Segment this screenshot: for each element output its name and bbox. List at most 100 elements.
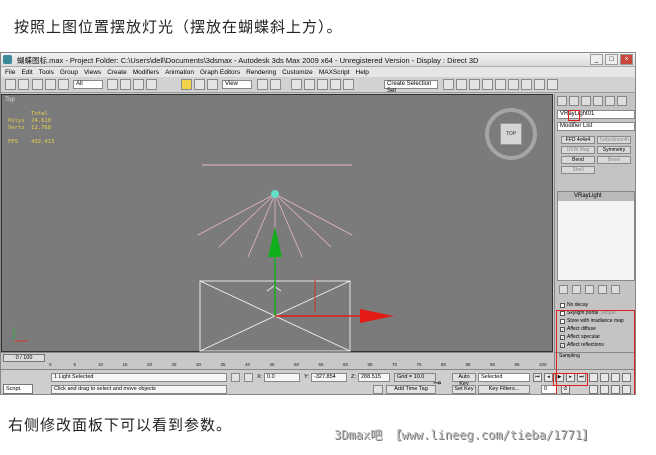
go-to-start-icon[interactable]: ⏮ (533, 373, 542, 382)
select-object-icon[interactable] (107, 79, 118, 90)
param-no-decay[interactable]: No decay (557, 301, 635, 309)
schematic-view-icon[interactable] (495, 79, 506, 90)
pin-stack-icon[interactable] (559, 285, 568, 294)
bend-button[interactable]: Bend (561, 156, 595, 164)
menu-help[interactable]: Help (356, 69, 369, 76)
align-icon[interactable] (456, 79, 467, 90)
curve-editor-icon[interactable] (482, 79, 493, 90)
menu-group[interactable]: Group (60, 69, 78, 76)
snap-toggle-icon[interactable] (291, 79, 302, 90)
layer-manager-icon[interactable] (469, 79, 480, 90)
pivot-center-icon[interactable] (257, 79, 268, 90)
menu-customize[interactable]: Customize (282, 69, 313, 76)
bind-spacewarp-icon[interactable] (58, 79, 69, 90)
timeline-tick-label: 95 (514, 362, 520, 367)
menu-edit[interactable]: Edit (21, 69, 32, 76)
turbosmooth-button[interactable]: TurboSmooth (597, 136, 631, 144)
window-controls: _ □ × (590, 54, 633, 65)
unlink-icon[interactable] (45, 79, 56, 90)
spinner-snap-icon[interactable] (330, 79, 341, 90)
track-bar-ruler[interactable]: 0 5 10 15 20 25 30 35 40 45 50 55 60 65 70 75 80 85 90 95 10… (49, 362, 549, 368)
absolute-mode-icon[interactable] (244, 373, 253, 382)
angle-snap-icon[interactable] (304, 79, 315, 90)
viewcube[interactable]: TOP (485, 108, 537, 160)
select-by-name-icon[interactable] (120, 79, 131, 90)
uvw-map-button[interactable]: UVW Map (561, 146, 595, 154)
key-filters-button[interactable]: Key Filters... (478, 385, 530, 394)
rect-selection-icon[interactable] (133, 79, 144, 90)
render-setup-icon[interactable] (521, 79, 532, 90)
edit-named-selection-icon[interactable] (343, 79, 354, 90)
configure-sets-icon[interactable] (611, 285, 620, 294)
render-frame-icon[interactable] (534, 79, 545, 90)
modify-tab-icon[interactable] (569, 96, 579, 106)
percent-snap-icon[interactable] (317, 79, 328, 90)
reference-coord-dropdown[interactable]: View (222, 80, 252, 89)
previous-frame-icon[interactable]: ◂ (544, 373, 553, 382)
y-coordinate-field[interactable]: -327.854 (311, 373, 347, 382)
add-time-tag-button[interactable]: Add Time Tag (386, 385, 436, 394)
menu-file[interactable]: File (5, 69, 15, 76)
minimize-button[interactable]: _ (590, 54, 603, 65)
current-frame-field[interactable]: 0 (541, 385, 557, 394)
mirror-icon[interactable] (443, 79, 454, 90)
app-icon[interactable] (3, 55, 12, 64)
time-slider[interactable]: 0 / 100 (3, 354, 45, 362)
menu-tools[interactable]: Tools (39, 69, 54, 76)
select-manipulate-icon[interactable] (270, 79, 281, 90)
modifier-list-dropdown[interactable]: Modifier List (557, 122, 635, 131)
shell-button[interactable]: Shell (561, 166, 595, 174)
world-axis-tripod (13, 327, 28, 342)
stack-item-vraylight[interactable]: VRayLight (558, 192, 634, 201)
set-key-icon[interactable]: ⊸ (433, 378, 441, 389)
symmetry-button[interactable]: Symmetry (597, 146, 631, 154)
show-end-result-icon[interactable] (572, 285, 581, 294)
menu-animation[interactable]: Animation (165, 69, 194, 76)
motion-tab-icon[interactable] (593, 96, 603, 106)
menu-create[interactable]: Create (107, 69, 127, 76)
checkbox[interactable] (560, 302, 565, 308)
maximize-button[interactable]: □ (605, 54, 618, 65)
undo-icon[interactable] (5, 79, 16, 90)
select-rotate-icon[interactable] (194, 79, 205, 90)
menu-modifiers[interactable]: Modifiers (133, 69, 159, 76)
vray-light-icon (271, 190, 279, 198)
set-key-button[interactable]: Set Key (452, 385, 476, 394)
top-viewport[interactable]: Top Total Polys 24,610 Verts 12,768 FPS … (1, 94, 553, 352)
select-move-icon[interactable] (181, 79, 192, 90)
timeline-tick-label: 75 (416, 362, 422, 367)
y-label: Y: (304, 374, 309, 380)
close-button[interactable]: × (620, 54, 633, 65)
render-production-icon[interactable] (547, 79, 558, 90)
auto-key-button[interactable]: Auto Key (452, 373, 476, 387)
modify-tab-highlight (568, 110, 580, 121)
link-icon[interactable] (32, 79, 43, 90)
x-coordinate-field[interactable]: 0.0 (264, 373, 300, 382)
select-scale-icon[interactable] (207, 79, 218, 90)
redo-icon[interactable] (18, 79, 29, 90)
timeline-tick-label: 10 (98, 362, 104, 367)
menu-graph-editors[interactable]: Graph Editors (200, 69, 240, 76)
time-tag-icon[interactable] (373, 385, 383, 394)
create-tab-icon[interactable] (557, 96, 567, 106)
hierarchy-tab-icon[interactable] (581, 96, 591, 106)
key-mode-dropdown[interactable]: Selected (478, 373, 530, 382)
remove-modifier-icon[interactable] (598, 285, 607, 294)
menu-maxscript[interactable]: MAXScript (319, 69, 350, 76)
lock-selection-icon[interactable] (231, 373, 240, 382)
window-crossing-icon[interactable] (146, 79, 157, 90)
ffd-button[interactable]: FFD 4x4x4 (561, 136, 595, 144)
maxscript-listener[interactable]: Script. (3, 384, 33, 394)
max-application-window: 蝴蝶图标.max - Project Folder: C:\Users\dell… (0, 52, 636, 395)
viewcube-top-face[interactable]: TOP (500, 123, 522, 145)
selection-filter-dropdown[interactable]: All (73, 80, 103, 89)
z-coordinate-field[interactable]: 288.515 (358, 373, 390, 382)
make-unique-icon[interactable] (585, 285, 594, 294)
named-selection-dropdown[interactable]: Create Selection Set (384, 80, 438, 94)
menu-views[interactable]: Views (84, 69, 101, 76)
menu-rendering[interactable]: Rendering (246, 69, 276, 76)
display-tab-icon[interactable] (605, 96, 615, 106)
material-editor-icon[interactable] (508, 79, 519, 90)
bevel-button[interactable]: Bevel (597, 156, 631, 164)
utilities-tab-icon[interactable] (617, 96, 627, 106)
